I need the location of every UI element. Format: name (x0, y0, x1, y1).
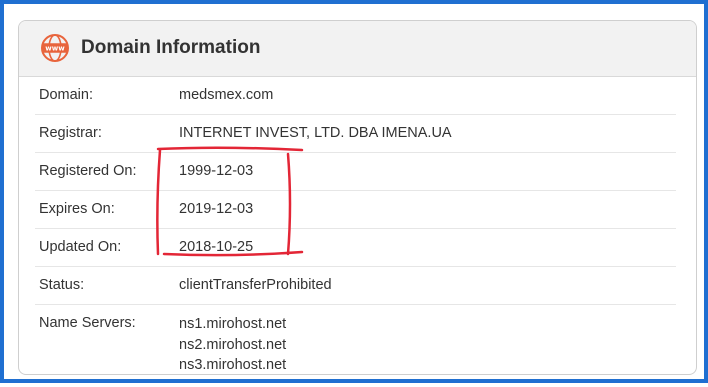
status-label: Status: (39, 277, 85, 293)
registrar-label: Registrar: (39, 125, 102, 141)
row-registrar: Registrar: INTERNET INVEST, LTD. DBA IME… (35, 115, 676, 153)
row-registered-on: Registered On: 1999-12-03 (35, 153, 676, 191)
row-status: Status: clientTransferProhibited (35, 267, 676, 305)
registered-on-value: 1999-12-03 (179, 163, 254, 179)
expires-on-value: 2019-12-03 (179, 201, 254, 217)
www-icon-text: www (45, 45, 65, 53)
row-domain: Domain: medsmex.com (35, 77, 676, 115)
registrar-value: INTERNET INVEST, LTD. DBA IMENA.UA (179, 125, 452, 141)
name-servers-list: ns1.mirohost.net ns2.mirohost.net ns3.mi… (179, 314, 287, 374)
row-updated-on: Updated On: 2018-10-25 (35, 229, 676, 267)
name-server-item: ns3.mirohost.net (179, 357, 287, 373)
screenshot-frame: www Domain Information Domain: medsmex.c… (0, 0, 708, 383)
status-value: clientTransferProhibited (179, 277, 332, 293)
www-globe-icon: www (41, 34, 69, 62)
row-name-servers: Name Servers: ns1.mirohost.net ns2.miroh… (35, 305, 676, 374)
domain-label: Domain: (39, 87, 93, 103)
name-server-item: ns2.mirohost.net (179, 336, 287, 353)
card-header: www Domain Information (19, 21, 696, 77)
card-title: Domain Information (81, 37, 261, 58)
updated-on-value: 2018-10-25 (179, 239, 254, 255)
row-expires-on: Expires On: 2019-12-03 (35, 191, 676, 229)
expires-on-label: Expires On: (39, 201, 115, 217)
domain-information-card: www Domain Information Domain: medsmex.c… (18, 20, 697, 375)
updated-on-label: Updated On: (39, 239, 122, 255)
name-servers-label: Name Servers: (39, 315, 136, 331)
info-rows: Domain: medsmex.com Registrar: INTERNET … (35, 77, 676, 374)
name-server-item: ns1.mirohost.net (179, 316, 287, 332)
registered-on-label: Registered On: (39, 163, 137, 179)
domain-value: medsmex.com (179, 87, 274, 103)
